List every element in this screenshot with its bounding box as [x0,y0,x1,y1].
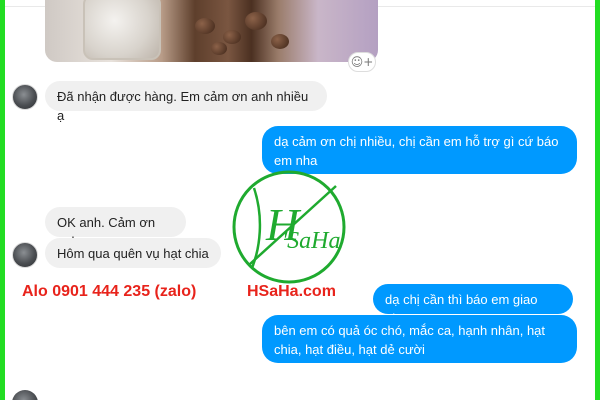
sent-message: bên em có quả óc chó, mắc ca, hạnh nhân,… [262,315,577,363]
nut-shell [271,34,289,49]
smiley-plus-icon[interactable]: ☺+ [348,52,376,72]
promo-phone: Alo 0901 444 235 (zalo) [22,283,197,300]
nut-shell [195,18,215,34]
sent-message: dạ cảm ơn chị nhiều, chị cần em hỗ trợ g… [262,126,577,174]
nut-shell [223,30,241,44]
shared-photo[interactable] [45,0,378,62]
received-message: Đã nhận được hàng. Em cảm ơn anh nhiều ạ [45,81,327,123]
logo-text: 'SaHa [282,228,340,254]
hsaha-logo-graphic: H 'SaHa [232,170,346,284]
sent-message: dạ chị cần thì báo em giao nha. [373,284,573,326]
nut-shell [245,12,267,30]
received-message: Hôm qua quên vụ hạt chia [45,238,221,268]
hsaha-logo: H 'SaHa [230,168,348,286]
avatar[interactable] [12,242,38,268]
avatar[interactable] [12,390,38,400]
received-message: OK anh. Cảm ơn anh [45,207,186,249]
avatar[interactable] [12,84,38,110]
nut-shell [211,42,227,55]
jar-image [83,0,161,60]
promo-site: HSaHa.com [247,283,336,300]
